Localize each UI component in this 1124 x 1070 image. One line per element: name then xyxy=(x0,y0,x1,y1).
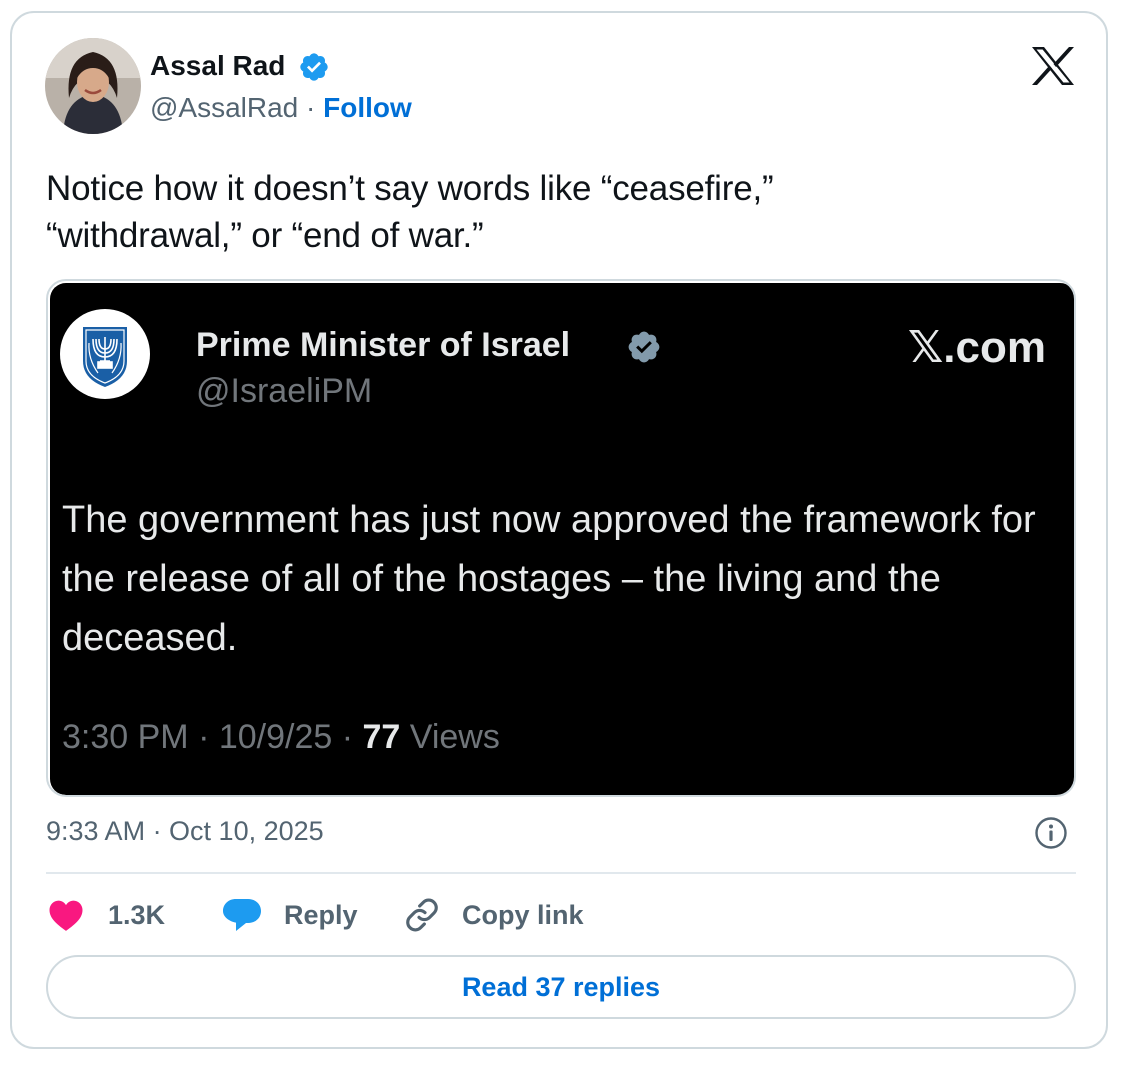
embedded-screenshot-image: Prime Minister of Israel @IsraeliPM 𝕏.co… xyxy=(50,283,1074,795)
copy-link-label: Copy link xyxy=(462,900,584,930)
israel-emblem-avatar xyxy=(60,309,150,399)
like-count: 1.3K xyxy=(108,900,166,930)
verified-badge-icon xyxy=(300,53,328,81)
embedded-author-name: Prime Minister of Israel xyxy=(196,326,571,364)
tweet-text: Notice how it doesn’t say words like “ce… xyxy=(46,169,774,255)
israel-emblem-icon xyxy=(83,327,127,387)
handle-separator: · xyxy=(298,92,324,123)
embedded-site-label: 𝕏.com xyxy=(907,323,1046,372)
embedded-screenshot-card[interactable]: Prime Minister of Israel @IsraeliPM 𝕏.co… xyxy=(46,279,1076,797)
author-handle-row: @AssalRad · Follow xyxy=(150,91,412,125)
info-icon[interactable] xyxy=(1034,816,1068,850)
embedded-views-label: Views xyxy=(400,718,500,756)
copy-link-button[interactable]: Copy link xyxy=(402,893,584,937)
embedded-tweet-meta: 3:30 PM · 10/9/25 · 77 Views xyxy=(62,717,500,757)
heart-icon xyxy=(49,900,83,931)
author-handle[interactable]: @AssalRad xyxy=(150,92,298,123)
x-logo-icon[interactable] xyxy=(1030,46,1076,86)
author-avatar[interactable] xyxy=(45,38,141,134)
embedded-tweet-text: The government has just now approved the… xyxy=(62,499,1036,659)
follow-link[interactable]: Follow xyxy=(323,92,412,123)
gray-verified-badge-icon xyxy=(628,331,660,363)
embedded-views-count: 77 xyxy=(362,718,401,756)
read-replies-button[interactable]: Read 37 replies xyxy=(46,955,1076,1019)
author-photo xyxy=(45,38,141,134)
actions-divider xyxy=(46,872,1076,874)
reply-label: Reply xyxy=(284,900,358,930)
embedded-time-date: 3:30 PM · 10/9/25 · xyxy=(62,718,363,756)
like-button[interactable]: 1.3K xyxy=(48,893,165,937)
author-name[interactable]: Assal Rad xyxy=(150,49,285,83)
tweet-card: Assal Rad @AssalRad · Follow Notice how … xyxy=(10,11,1108,1049)
speech-bubble-icon xyxy=(223,899,261,931)
embedded-author-handle: @IsraeliPM xyxy=(196,372,373,410)
link-icon xyxy=(406,898,438,932)
reply-button[interactable]: Reply xyxy=(222,893,358,937)
tweet-timestamp[interactable]: 9:33 AM · Oct 10, 2025 xyxy=(46,814,324,848)
